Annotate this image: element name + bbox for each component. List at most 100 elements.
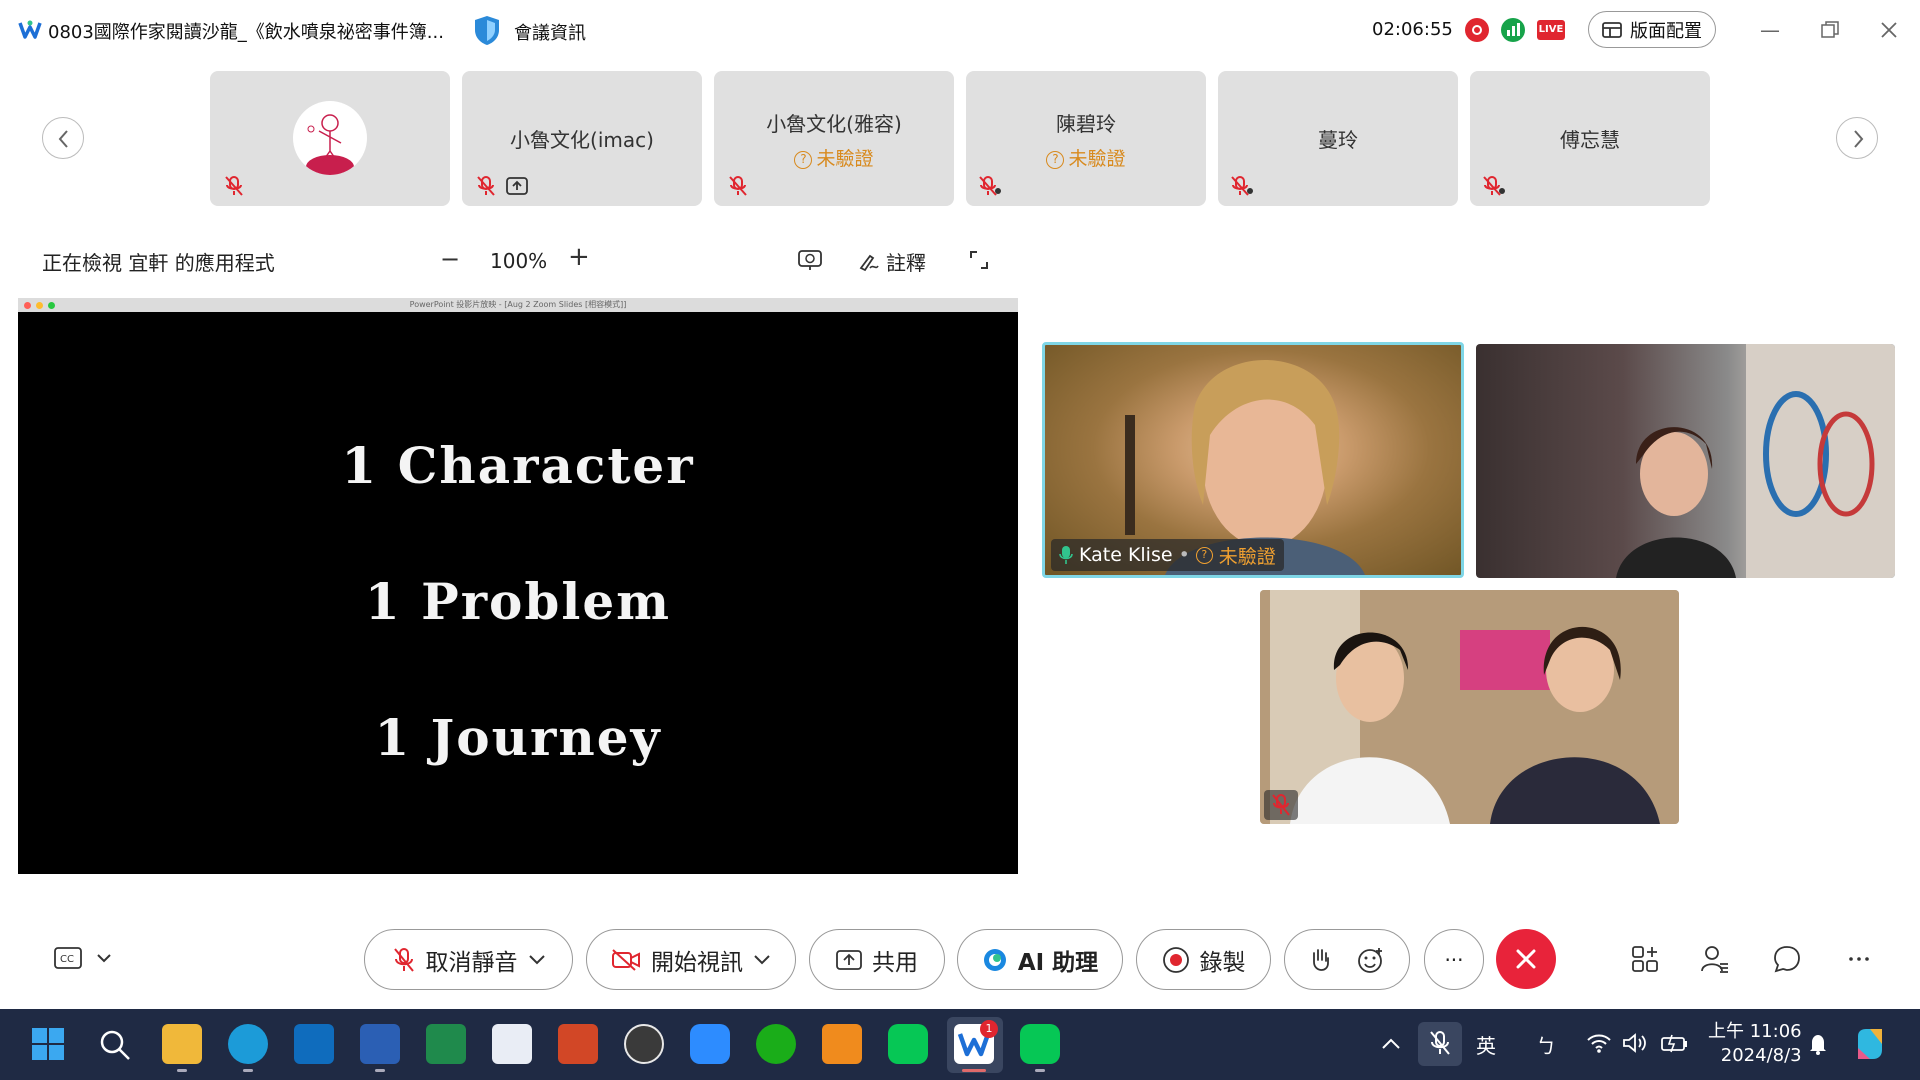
unmute-label: 取消靜音 [425, 949, 518, 976]
participant-name: 陳碧玲 [1056, 112, 1116, 136]
video-tile[interactable] [1260, 590, 1679, 824]
more-panels-icon[interactable] [1844, 944, 1874, 974]
live-badge[interactable]: LIVE [1537, 20, 1565, 40]
video-tile[interactable] [1476, 344, 1895, 578]
recording-status-icon[interactable] [1465, 18, 1489, 42]
emoji-icon[interactable] [1357, 946, 1385, 974]
ai-assistant-label: AI 助理 [1017, 949, 1099, 976]
wifi-icon[interactable] [1586, 1032, 1612, 1054]
participant-name: 小魯文化(雅容) [766, 112, 902, 136]
unmute-button[interactable]: 取消靜音 [364, 929, 573, 990]
start-video-button[interactable]: 開始視訊 [586, 929, 796, 990]
apps-icon[interactable] [1630, 944, 1660, 974]
participant-tile[interactable]: 小魯文化(imac) [462, 71, 702, 206]
notification-bell-icon[interactable] [1806, 1032, 1830, 1056]
word-icon[interactable] [360, 1024, 400, 1064]
taskbar-clock[interactable]: 上午 11:06 2024/8/3 [1708, 1020, 1802, 1068]
fullscreen-icon[interactable] [968, 249, 990, 271]
unverified-label: ? 未驗證 [966, 144, 1206, 171]
network-stats-icon[interactable] [1501, 18, 1525, 42]
copilot-icon[interactable] [1852, 1026, 1888, 1062]
snipping-tool-icon[interactable] [492, 1024, 532, 1064]
layout-button[interactable]: 版面配置 [1588, 11, 1716, 48]
meeting-window: 0803國際作家閱讀沙龍_《飲水噴泉祕密事件簿... 會議資訊 02:06:55… [0, 0, 1920, 1080]
pdf-app-icon[interactable] [822, 1024, 862, 1064]
media-player-icon[interactable] [624, 1024, 664, 1064]
share-label: 共用 [872, 949, 918, 976]
speaker-name: Kate Klise [1079, 544, 1173, 566]
battery-icon[interactable] [1660, 1032, 1688, 1054]
reactions-button[interactable] [1284, 929, 1410, 990]
notification-badge: 1 [980, 1020, 998, 1038]
shield-icon[interactable] [472, 14, 502, 46]
raise-hand-icon[interactable] [1309, 946, 1331, 974]
participant-tile[interactable]: 蔓玲 [1218, 71, 1458, 206]
ai-assistant-button[interactable]: AI 助理 [957, 929, 1123, 990]
mic-active-icon [1059, 546, 1073, 564]
taskbar-indicator [1035, 1069, 1045, 1072]
annotate-button[interactable]: 註釋 [858, 247, 926, 276]
ime-language[interactable]: 英 [1476, 1030, 1496, 1059]
webex-logo-icon [18, 20, 42, 39]
participant-tile[interactable]: 小魯文化(雅容) ? 未驗證 [714, 71, 954, 206]
meeting-title: 0803國際作家閱讀沙龍_《飲水噴泉祕密事件簿... [48, 22, 444, 43]
end-call-button[interactable] [1496, 929, 1556, 989]
meeting-info-link[interactable]: 會議資訊 [514, 19, 586, 45]
chat-icon[interactable] [1772, 944, 1802, 974]
mic-tray-button[interactable] [1418, 1022, 1462, 1066]
zoom-level[interactable]: 100% [490, 249, 547, 273]
zoom-out-button[interactable]: − [440, 245, 460, 273]
participants-icon[interactable] [1700, 944, 1730, 974]
chevron-right-icon [1854, 130, 1864, 148]
close-icon [1516, 949, 1536, 969]
more-icon: ··· [1444, 947, 1464, 972]
outlook-icon[interactable] [294, 1024, 334, 1064]
zoom-app-icon[interactable] [690, 1024, 730, 1064]
closed-captions-icon: CC [54, 947, 111, 969]
volume-icon[interactable] [1622, 1032, 1648, 1054]
start-video-label: 開始視訊 [651, 949, 743, 976]
minimize-icon[interactable]: — [1754, 14, 1786, 46]
strip-prev-button[interactable] [42, 117, 84, 159]
line-icon[interactable] [1020, 1024, 1060, 1064]
wechat-icon[interactable] [756, 1024, 796, 1064]
record-label: 錄製 [1199, 949, 1246, 976]
annotate-label: 註釋 [886, 251, 926, 275]
restore-icon[interactable] [1814, 14, 1846, 46]
avatar [293, 101, 367, 175]
edge-icon[interactable] [228, 1024, 268, 1064]
mic-muted-icon [979, 176, 1001, 196]
sharing-icon [506, 177, 528, 195]
mic-muted-icon [393, 947, 414, 972]
layout-icon [1602, 21, 1622, 38]
file-explorer-icon[interactable] [162, 1024, 202, 1064]
layout-button-label: 版面配置 [1630, 20, 1702, 42]
ai-assistant-icon [983, 948, 1006, 971]
captions-button[interactable]: CC [52, 944, 122, 974]
question-icon: ? [1046, 151, 1065, 169]
shared-screen[interactable]: PowerPoint 投影片放映 - [Aug 2 Zoom Slides [相… [18, 298, 1018, 874]
ime-mode[interactable]: ㄅ [1536, 1030, 1556, 1059]
participant-tile[interactable]: 傅忘慧 [1470, 71, 1710, 206]
share-button[interactable]: 共用 [809, 929, 945, 990]
video-tile-active-speaker[interactable]: Kate Klise • ? 未驗證 [1042, 342, 1464, 578]
powerpoint-icon[interactable] [558, 1024, 598, 1064]
line-icon[interactable] [888, 1024, 928, 1064]
remote-control-icon[interactable] [798, 249, 822, 271]
strip-next-button[interactable] [1836, 117, 1878, 159]
more-options-button[interactable]: ··· [1424, 929, 1484, 990]
clock-time: 上午 11:06 [1708, 1021, 1802, 1042]
chevron-down-icon[interactable] [753, 954, 771, 966]
excel-icon[interactable] [426, 1024, 466, 1064]
record-button[interactable]: 錄製 [1136, 929, 1271, 990]
chevron-down-icon[interactable] [528, 954, 546, 966]
mic-muted-icon [1483, 176, 1505, 196]
participant-tile[interactable]: 陳碧玲 ? 未驗證 [966, 71, 1206, 206]
chevron-up-icon[interactable] [1380, 1034, 1402, 1054]
participant-tile[interactable] [210, 71, 450, 206]
zoom-in-button[interactable]: + [568, 242, 590, 272]
search-icon[interactable] [98, 1028, 132, 1062]
close-icon[interactable] [1873, 14, 1905, 46]
windows-start-icon[interactable] [30, 1026, 66, 1062]
clock-date: 2024/8/3 [1720, 1045, 1802, 1066]
